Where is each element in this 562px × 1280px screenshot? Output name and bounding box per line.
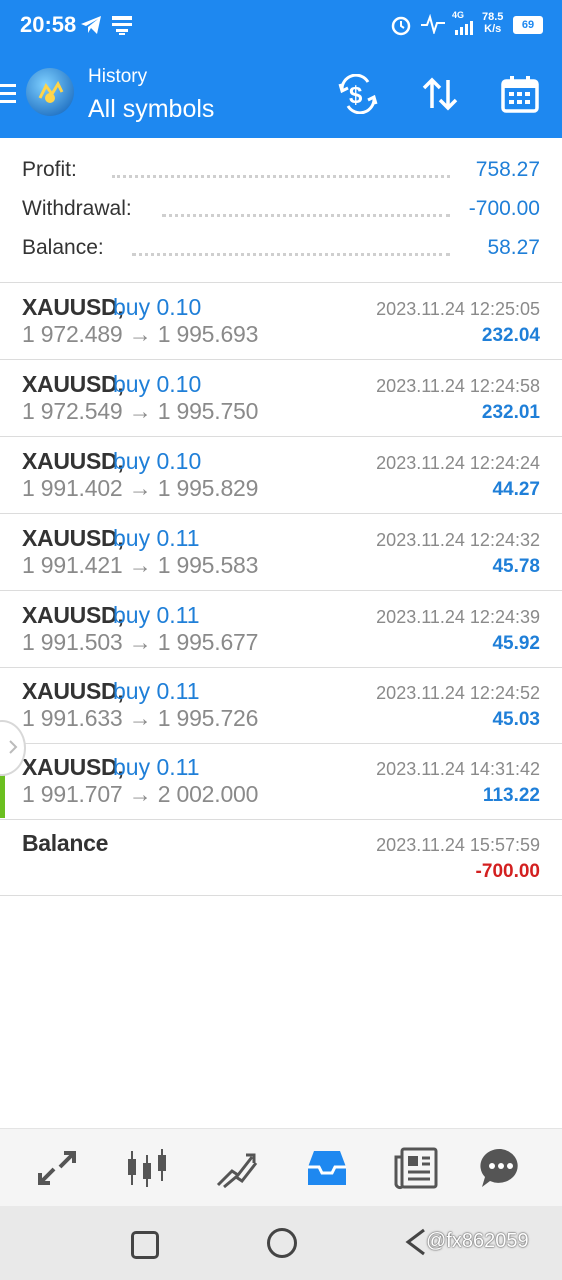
battery-icon: 69 <box>513 16 543 34</box>
balance-entry-amount: -700.00 <box>475 861 540 882</box>
dot-leader <box>132 253 450 256</box>
profit-value: 758.27 <box>465 158 540 182</box>
balance-row: Balance: 58.27 <box>22 236 540 266</box>
quotes-icon[interactable] <box>32 1143 82 1193</box>
balance-entry-datetime: 2023.11.24 15:57:59 <box>376 835 540 855</box>
balance-label: Balance: <box>22 236 114 260</box>
chevron-right-icon <box>9 740 18 754</box>
deal-profit: 45.92 <box>492 633 540 654</box>
deal-symbol: XAUUSD, <box>22 525 124 551</box>
withdrawal-label: Withdrawal: <box>22 197 142 221</box>
symbol-filter-title[interactable]: All symbols <box>88 95 214 124</box>
svg-text:$: $ <box>349 82 363 109</box>
deal-datetime: 2023.11.24 12:25:05 <box>376 299 540 319</box>
deal-datetime: 2023.11.24 12:24:32 <box>376 530 540 550</box>
deal-row[interactable]: XAUUSD, buy 0.11 1 991.421 → 1 995.583 2… <box>0 514 562 591</box>
deal-prices: 1 991.633 → 1 995.726 <box>22 705 259 731</box>
deal-datetime: 2023.11.24 12:24:24 <box>376 453 540 473</box>
telegram-icon <box>80 15 102 40</box>
deal-symbol: XAUUSD, <box>22 294 124 320</box>
deal-side: buy 0.11 <box>113 525 200 551</box>
home-button[interactable] <box>267 1228 297 1258</box>
sort-icon[interactable] <box>420 74 460 114</box>
deal-prices: 1 991.503 → 1 995.677 <box>22 629 259 655</box>
history-icon[interactable] <box>302 1143 352 1193</box>
dot-leader <box>112 175 450 178</box>
deal-row[interactable]: XAUUSD, buy 0.11 1 991.503 → 1 995.677 2… <box>0 591 562 668</box>
net-speed-unit: K/s <box>484 23 502 35</box>
deal-datetime: 2023.11.24 12:24:39 <box>376 607 540 627</box>
calendar-icon[interactable] <box>500 74 540 114</box>
deal-row[interactable]: XAUUSD, buy 0.10 1 972.489 → 1 995.693 2… <box>0 283 562 360</box>
chat-icon[interactable] <box>476 1143 526 1193</box>
activity-icon <box>420 13 446 39</box>
recents-button[interactable] <box>131 1231 159 1259</box>
deal-profit: 113.22 <box>482 785 540 806</box>
trade-icon[interactable] <box>212 1143 262 1193</box>
network-badge: 4G <box>452 10 465 20</box>
deal-symbol: XAUUSD, <box>22 371 124 397</box>
currency-exchange-icon[interactable]: $ <box>338 73 378 115</box>
status-time: 20:58 <box>20 12 77 37</box>
back-button[interactable] <box>404 1228 428 1256</box>
deal-side: buy 0.10 <box>113 294 202 320</box>
deal-row[interactable]: XAUUSD, buy 0.11 1 991.707 → 2 002.000 2… <box>0 743 562 820</box>
deal-side: buy 0.11 <box>113 602 200 628</box>
profit-label: Profit: <box>22 158 87 182</box>
deal-prices: 1 991.402 → 1 995.829 <box>22 475 259 501</box>
deal-side: buy 0.11 <box>113 754 200 780</box>
deal-profit: 45.78 <box>492 556 540 577</box>
signal-icon <box>454 20 478 41</box>
app-bar: History All symbols $ <box>0 50 562 138</box>
net-speed-value: 78.5 <box>482 11 504 23</box>
deal-profit: 44.27 <box>492 479 540 500</box>
chart-icon[interactable] <box>122 1143 172 1193</box>
deal-datetime: 2023.11.24 14:31:42 <box>376 759 540 779</box>
deal-side: buy 0.10 <box>113 371 202 397</box>
page-title: History <box>88 66 148 87</box>
deal-prices: 1 991.707 → 2 002.000 <box>22 781 259 807</box>
alarm-icon <box>390 14 412 41</box>
deal-symbol: XAUUSD, <box>22 678 124 704</box>
app-logo <box>26 68 74 116</box>
deal-profit: 232.01 <box>481 402 540 423</box>
deal-row[interactable]: XAUUSD, buy 0.11 1 991.633 → 1 995.726 2… <box>0 667 562 744</box>
deal-profit: 45.03 <box>492 709 540 730</box>
deal-prices: 1 991.421 → 1 995.583 <box>22 552 259 578</box>
bottom-navigation <box>0 1128 562 1207</box>
watermark: @fx862059 <box>426 1230 529 1252</box>
deal-side: buy 0.10 <box>113 448 202 474</box>
history-summary: Profit: 758.27 Withdrawal: -700.00 Balan… <box>0 138 562 283</box>
net-speed: 78.5 K/s <box>482 11 503 35</box>
system-navigation: @fx862059 <box>0 1206 562 1280</box>
balance-entry-label: Balance <box>22 830 109 856</box>
status-bar: 20:58 4G 78.5 K/s 69 <box>0 0 562 50</box>
withdrawal-value: -700.00 <box>458 197 540 221</box>
deal-symbol: XAUUSD, <box>22 602 124 628</box>
notification-icon <box>110 14 134 41</box>
menu-icon[interactable] <box>0 82 18 111</box>
deal-datetime: 2023.11.24 12:24:52 <box>376 683 540 703</box>
news-icon[interactable] <box>392 1143 442 1193</box>
deal-symbol: XAUUSD, <box>22 754 124 780</box>
deal-row[interactable]: XAUUSD, buy 0.10 1 991.402 → 1 995.829 2… <box>0 437 562 514</box>
deal-profit: 232.04 <box>481 325 540 346</box>
balance-value: 58.27 <box>477 236 540 260</box>
deal-row[interactable]: XAUUSD, buy 0.10 1 972.549 → 1 995.750 2… <box>0 360 562 437</box>
dot-leader <box>162 214 450 217</box>
deal-symbol: XAUUSD, <box>22 448 124 474</box>
deal-prices: 1 972.549 → 1 995.750 <box>22 398 259 424</box>
balance-entry-row[interactable]: Balance 2023.11.24 15:57:59 -700.00 <box>0 819 562 896</box>
deal-datetime: 2023.11.24 12:24:58 <box>376 376 540 396</box>
deal-prices: 1 972.489 → 1 995.693 <box>22 321 259 347</box>
profit-row: Profit: 758.27 <box>22 158 540 188</box>
deal-side: buy 0.11 <box>113 678 200 704</box>
withdrawal-row: Withdrawal: -700.00 <box>22 197 540 227</box>
